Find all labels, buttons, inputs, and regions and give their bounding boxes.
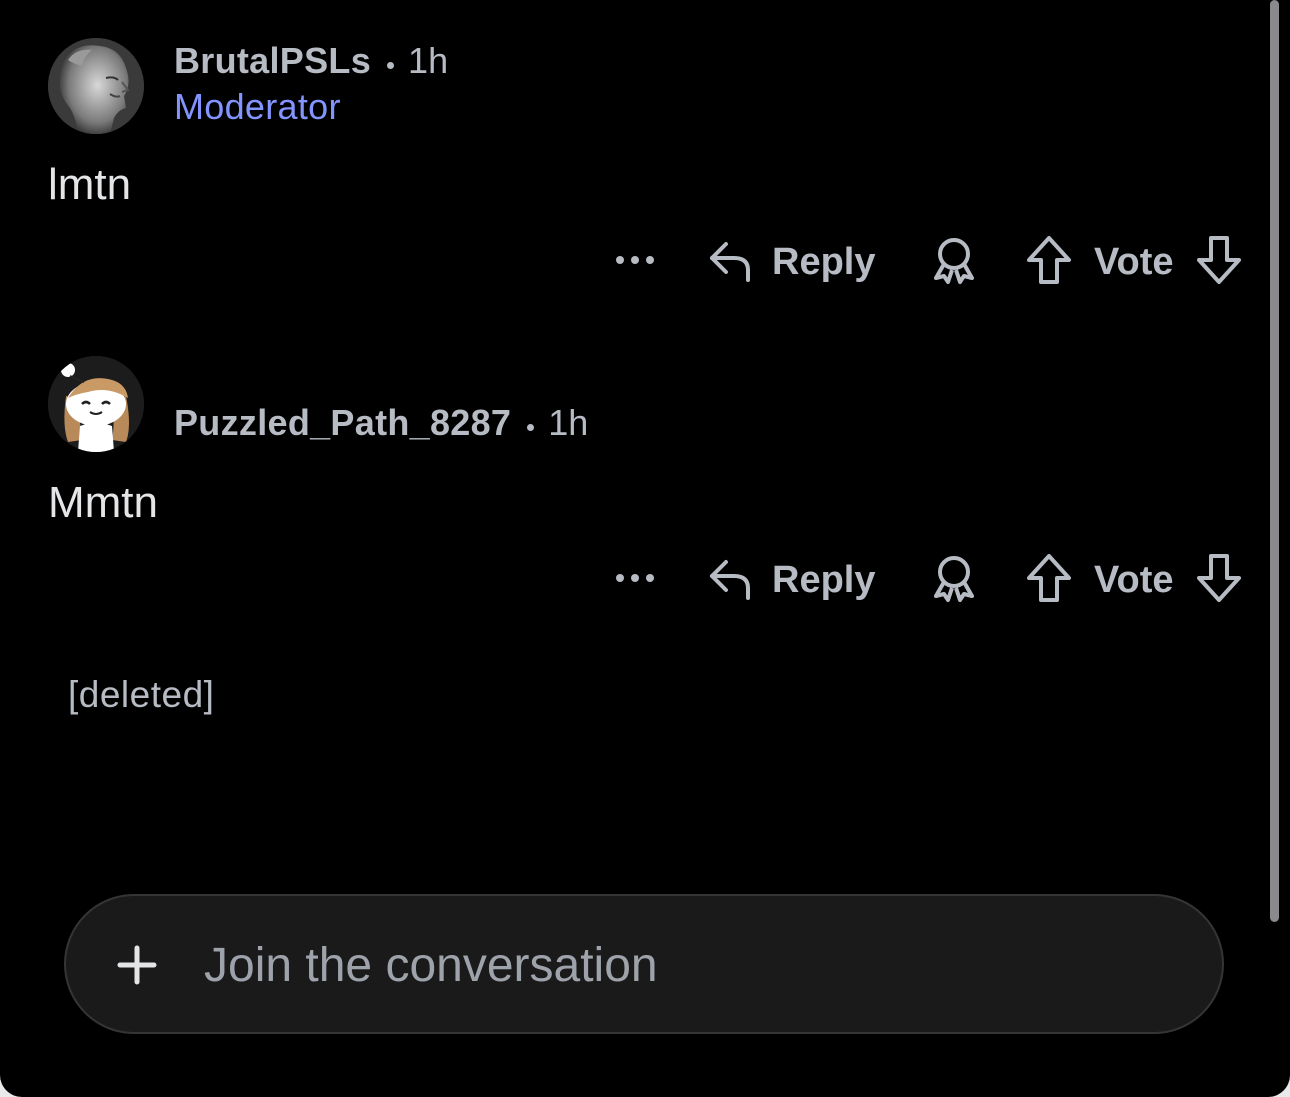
reply-arrow-icon — [706, 236, 754, 289]
comment-thread-screen: BrutalPSLs 1h Moderator lmtn Reply Vote … — [0, 0, 1290, 1097]
more-options-button[interactable] — [612, 232, 658, 292]
separator-dot — [387, 62, 395, 70]
username[interactable]: Puzzled_Path_8287 — [174, 402, 511, 443]
downvote-button[interactable] — [1194, 232, 1244, 292]
vote-count: Vote — [1094, 232, 1174, 292]
join-conversation-input[interactable]: Join the conversation — [64, 894, 1224, 1034]
upvote-arrow-icon — [1024, 552, 1074, 609]
downvote-arrow-icon — [1194, 552, 1244, 609]
reply-arrow-icon — [706, 554, 754, 607]
statue-avatar-icon[interactable] — [48, 38, 144, 134]
comment-actions: Reply Vote — [0, 232, 1290, 292]
deleted-comment[interactable]: [deleted] — [68, 674, 214, 716]
ellipsis-icon — [612, 230, 658, 295]
ellipsis-icon — [612, 548, 658, 613]
reply-button[interactable]: Reply — [706, 232, 875, 292]
downvote-arrow-icon — [1194, 234, 1244, 291]
separator-dot — [527, 424, 535, 432]
upvote-arrow-icon — [1024, 234, 1074, 291]
plus-icon[interactable] — [116, 944, 158, 991]
upvote-button[interactable] — [1024, 232, 1074, 292]
timestamp: 1h — [408, 40, 449, 81]
comment-body: Mmtn — [48, 478, 158, 527]
comment-meta: Puzzled_Path_8287 1h — [174, 402, 588, 444]
reply-button[interactable]: Reply — [706, 550, 875, 610]
comment-actions: Reply Vote — [0, 550, 1290, 610]
comment-meta: BrutalPSLs 1h — [174, 40, 448, 82]
vote-label: Vote — [1094, 240, 1174, 283]
more-options-button[interactable] — [612, 550, 658, 610]
timestamp: 1h — [548, 402, 589, 443]
award-button[interactable] — [928, 232, 980, 292]
award-button[interactable] — [928, 550, 980, 610]
username[interactable]: BrutalPSLs — [174, 40, 371, 81]
upvote-button[interactable] — [1024, 550, 1074, 610]
reply-label: Reply — [772, 558, 876, 601]
composer-placeholder: Join the conversation — [204, 939, 658, 992]
user-flair: Moderator — [174, 86, 341, 127]
scrollbar[interactable] — [1270, 0, 1279, 922]
award-icon — [928, 552, 980, 609]
vote-label: Vote — [1094, 558, 1174, 601]
snoo-avatar-icon[interactable] — [48, 356, 144, 452]
vote-count: Vote — [1094, 550, 1174, 610]
award-icon — [928, 234, 980, 291]
downvote-button[interactable] — [1194, 550, 1244, 610]
comment-body: lmtn — [48, 160, 132, 209]
reply-label: Reply — [772, 240, 876, 283]
